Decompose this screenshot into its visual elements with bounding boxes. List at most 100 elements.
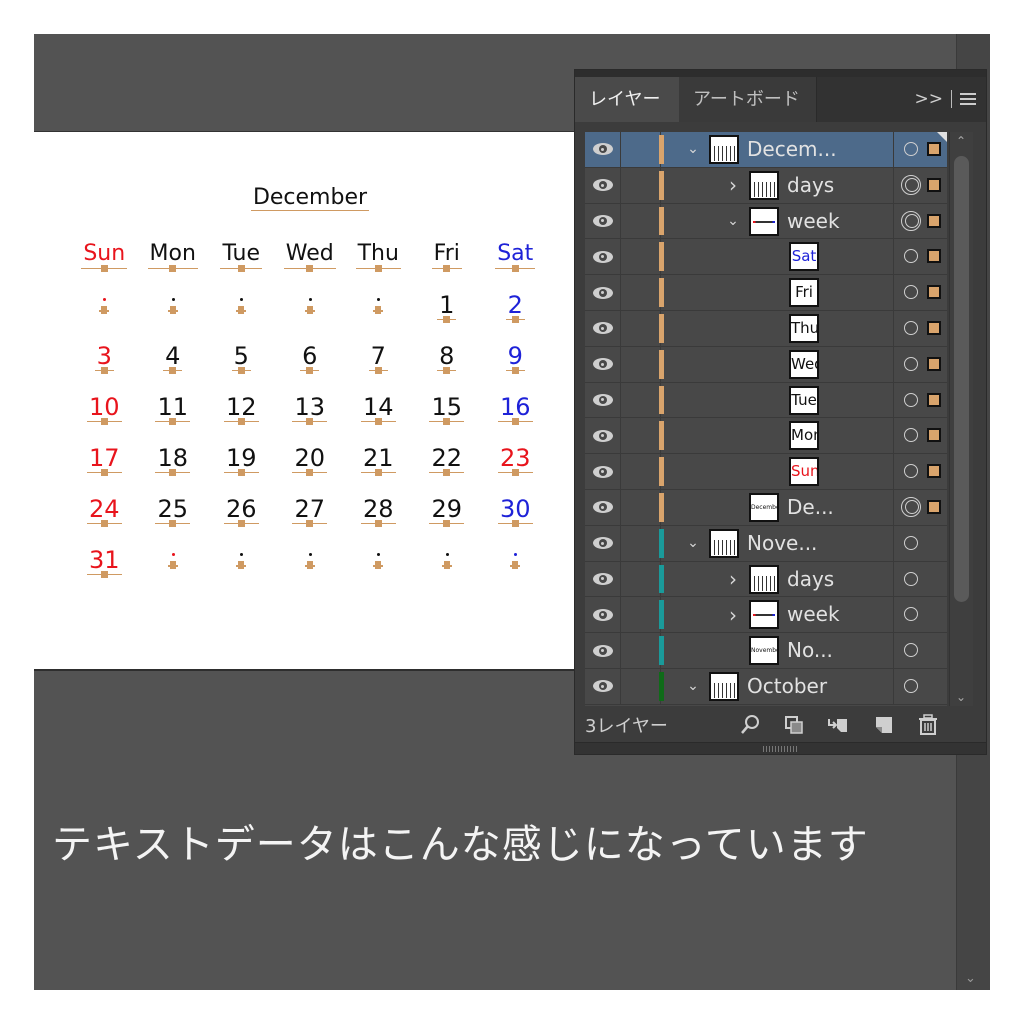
lock-toggle[interactable] [621, 310, 661, 346]
layer-row[interactable]: November No... [585, 633, 947, 669]
target-icon[interactable] [904, 678, 918, 693]
scroll-down-icon[interactable]: ⌄ [956, 690, 966, 704]
scroll-up-icon[interactable]: ⌃ [956, 134, 966, 148]
lock-toggle[interactable] [621, 668, 661, 704]
day-cell[interactable]: 7 [344, 339, 413, 390]
layer-name[interactable]: No... [787, 633, 833, 668]
lock-toggle[interactable] [621, 633, 661, 668]
weekday-header[interactable]: Tue [207, 237, 276, 288]
day-cell[interactable]: 16 [481, 390, 550, 441]
scrollbar-thumb[interactable] [954, 156, 969, 602]
target-icon[interactable] [904, 142, 918, 156]
target-icon[interactable] [904, 392, 918, 407]
layer-row[interactable]: › days [585, 561, 947, 598]
move-to-layer-icon[interactable] [827, 714, 849, 736]
layer-name[interactable]: days [787, 562, 834, 597]
layer-name[interactable]: De... [787, 490, 834, 525]
tab-layers[interactable]: レイヤー [575, 77, 679, 122]
layer-row[interactable]: Sat [585, 239, 947, 276]
layer-row[interactable]: December De... [585, 489, 947, 526]
day-cell[interactable]: 24 [70, 492, 139, 543]
day-cell[interactable]: 15 [413, 390, 482, 441]
day-cell[interactable]: 6 [276, 339, 345, 390]
layer-row[interactable]: ⌄ Decem... [585, 132, 947, 168]
day-cell[interactable]: 27 [276, 492, 345, 543]
weekday-header[interactable]: Wed [276, 237, 345, 288]
layer-row[interactable]: ⌄ week [585, 203, 947, 240]
visibility-toggle[interactable] [585, 239, 621, 275]
day-cell[interactable] [139, 543, 208, 594]
collapse-panel-icon[interactable]: >> [915, 89, 944, 109]
target-icon[interactable] [904, 428, 918, 443]
day-cell[interactable]: 19 [207, 441, 276, 492]
layer-name[interactable]: October [747, 669, 827, 704]
day-cell[interactable] [481, 543, 550, 594]
layer-row[interactable]: Wed [585, 346, 947, 383]
layer-name[interactable]: days [787, 168, 834, 203]
day-cell[interactable]: 10 [70, 390, 139, 441]
lock-toggle[interactable] [621, 525, 661, 561]
day-cell[interactable] [413, 543, 482, 594]
layer-name[interactable]: Decem... [747, 132, 837, 167]
target-icon[interactable] [904, 643, 918, 658]
chevron-right-icon[interactable]: › [725, 562, 741, 597]
layer-row[interactable]: Sun [585, 454, 947, 490]
lock-toggle[interactable] [621, 132, 661, 167]
weekday-header[interactable]: Mon [139, 237, 208, 288]
selection-indicator[interactable] [927, 177, 941, 192]
selection-indicator[interactable] [927, 428, 941, 443]
visibility-toggle[interactable] [585, 167, 621, 203]
day-cell[interactable]: 26 [207, 492, 276, 543]
layer-row[interactable]: Thu [585, 310, 947, 347]
day-cell[interactable] [207, 543, 276, 594]
lock-toggle[interactable] [621, 203, 661, 239]
visibility-toggle[interactable] [585, 418, 621, 454]
artboard[interactable]: December Sun Mon Tue Wed Thu Fri Sat 1 2 3 4 5 6 7 8 9 1… [34, 131, 576, 671]
selection-indicator[interactable] [927, 285, 941, 300]
day-cell[interactable] [344, 543, 413, 594]
target-icon[interactable] [904, 571, 918, 586]
target-icon[interactable] [901, 174, 921, 195]
lock-toggle[interactable] [621, 275, 661, 310]
layer-name[interactable]: week [787, 204, 840, 239]
visibility-toggle[interactable] [585, 489, 621, 525]
panel-menu-icon[interactable] [960, 93, 976, 105]
layers-scrollbar[interactable]: ⌃ ⌄ [949, 132, 973, 706]
day-cell[interactable]: 4 [139, 339, 208, 390]
day-cell[interactable]: 5 [207, 339, 276, 390]
day-cell[interactable]: 9 [481, 339, 550, 390]
trash-icon[interactable] [917, 714, 939, 736]
target-icon[interactable] [904, 356, 918, 371]
visibility-toggle[interactable] [585, 597, 621, 633]
selection-indicator[interactable] [927, 320, 941, 335]
visibility-toggle[interactable] [585, 310, 621, 346]
visibility-toggle[interactable] [585, 203, 621, 239]
scroll-down-icon[interactable]: ⌄ [965, 971, 976, 986]
lock-toggle[interactable] [621, 418, 661, 454]
chevron-down-icon[interactable]: ⌄ [725, 204, 741, 239]
day-cell[interactable]: 11 [139, 390, 208, 441]
layer-row[interactable]: Fri [585, 275, 947, 311]
layer-row[interactable]: › days [585, 167, 947, 204]
day-cell[interactable]: 29 [413, 492, 482, 543]
lock-toggle[interactable] [621, 239, 661, 275]
target-icon[interactable] [904, 464, 918, 479]
day-cell[interactable]: 12 [207, 390, 276, 441]
layer-row[interactable]: Mon [585, 418, 947, 455]
chevron-down-icon[interactable]: ⌄ [685, 132, 701, 167]
layer-row[interactable]: ⌄ Nove... [585, 525, 947, 562]
target-icon[interactable] [904, 285, 918, 300]
day-cell[interactable] [276, 543, 345, 594]
target-icon[interactable] [901, 210, 921, 231]
day-cell[interactable]: 30 [481, 492, 550, 543]
day-cell[interactable]: 13 [276, 390, 345, 441]
new-layer-icon[interactable] [873, 714, 895, 736]
selection-indicator[interactable] [927, 392, 941, 407]
day-cell[interactable]: 3 [70, 339, 139, 390]
day-cell[interactable]: 1 [413, 288, 482, 339]
day-cell[interactable]: 25 [139, 492, 208, 543]
layer-row[interactable]: › week [585, 597, 947, 634]
weekday-header[interactable]: Sat [481, 237, 550, 288]
layer-row[interactable]: ⌄ October [585, 668, 947, 705]
day-cell[interactable]: 18 [139, 441, 208, 492]
